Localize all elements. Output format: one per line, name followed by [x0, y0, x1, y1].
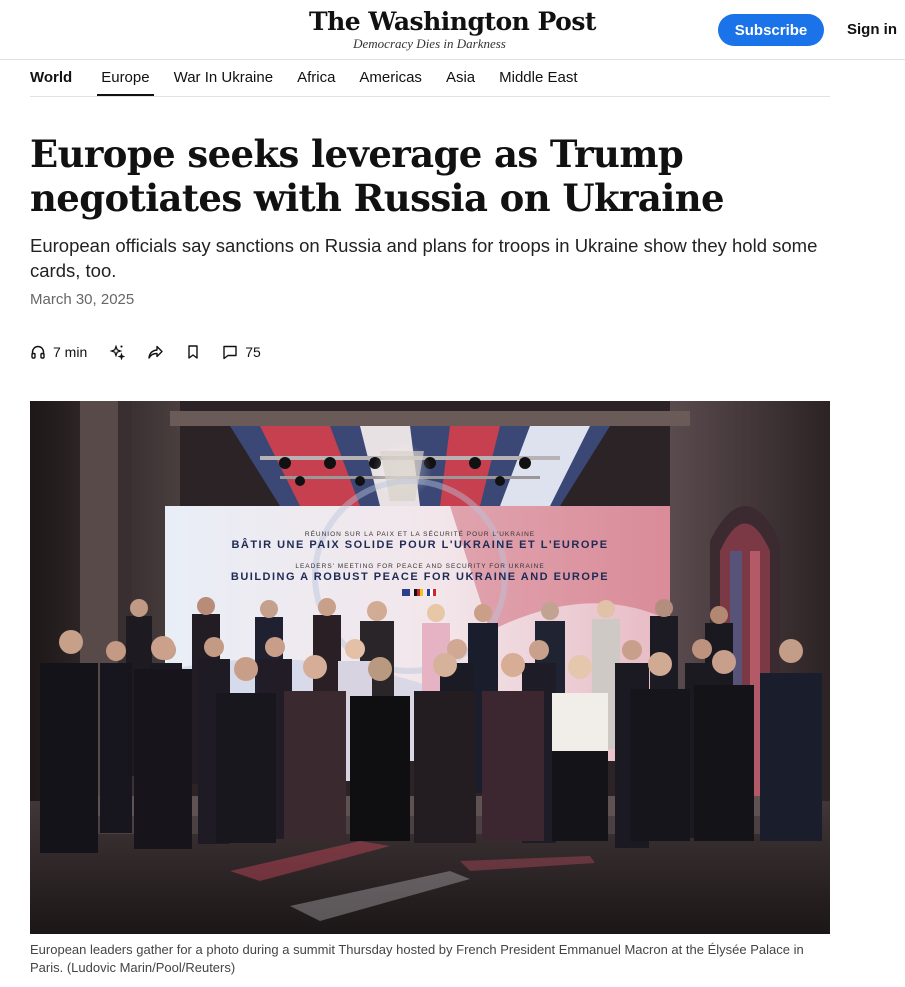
article-headline: Europe seeks leverage as Trump negotiate… [30, 132, 725, 220]
lead-photo-image: RÉUNION SUR LA PAIX ET LA SÉCURITÉ POUR … [30, 401, 830, 934]
nav-item-world[interactable]: World [30, 60, 72, 96]
share-icon [147, 344, 164, 360]
bookmark-button[interactable] [186, 338, 200, 366]
banner-line-1: RÉUNION SUR LA PAIX ET LA SÉCURITÉ POUR … [305, 529, 535, 538]
nav-item-asia[interactable]: Asia [446, 60, 475, 96]
headphones-icon [30, 344, 46, 360]
article-date: March 30, 2025 [30, 291, 135, 308]
share-button[interactable] [147, 338, 164, 366]
nav-item-africa[interactable]: Africa [297, 60, 335, 96]
nav-item-war-in-ukraine[interactable]: War In Ukraine [174, 60, 273, 96]
comments-button[interactable]: 75 [222, 338, 261, 366]
summary-button[interactable] [109, 338, 126, 366]
comments-count: 75 [245, 344, 261, 360]
banner-flags [402, 589, 436, 596]
banner-line-3: LEADERS' MEETING FOR PEACE AND SECURITY … [295, 563, 544, 570]
subscribe-button[interactable]: Subscribe [718, 14, 824, 46]
article-dek: European officials say sanctions on Russ… [30, 235, 818, 281]
nav-item-americas[interactable]: Americas [359, 60, 422, 96]
lead-photo[interactable]: RÉUNION SUR LA PAIX ET LA SÉCURITÉ POUR … [30, 401, 830, 934]
sign-in-button[interactable]: Sign in [840, 14, 905, 46]
bookmark-icon [186, 344, 200, 360]
banner-line-4: BUILDING A ROBUST PEACE FOR UKRAINE AND … [231, 571, 609, 583]
banner-line-2: BÂTIR UNE PAIX SOLIDE POUR L'UKRAINE ET … [231, 538, 608, 551]
comment-icon [222, 344, 238, 360]
photo-caption: European leaders gather for a photo duri… [30, 942, 804, 975]
listen-duration: 7 min [53, 344, 88, 360]
listen-button[interactable]: 7 min [30, 338, 87, 366]
sparkle-icon [109, 344, 126, 360]
masthead: The Washington Post Democracy Dies in Da… [0, 0, 905, 60]
section-nav: World Europe War In Ukraine Africa Ameri… [30, 60, 830, 97]
nav-item-middle-east[interactable]: Middle East [499, 60, 577, 96]
article-tools: 7 min 75 [30, 338, 283, 366]
nav-item-europe[interactable]: Europe [97, 60, 155, 96]
